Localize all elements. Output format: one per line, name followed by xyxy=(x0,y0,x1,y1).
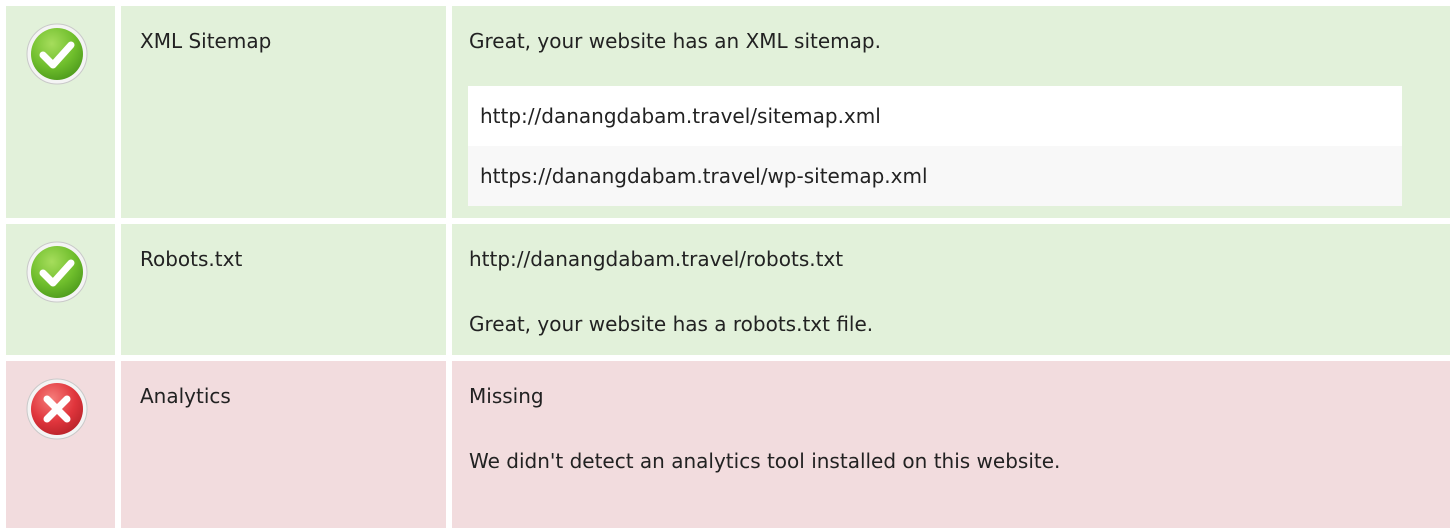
status-cell xyxy=(6,6,115,218)
check-row-xml-sitemap: XML Sitemap Great, your website has an X… xyxy=(6,6,1450,218)
sitemap-url: http://danangdabam.travel/sitemap.xml xyxy=(468,86,1402,146)
check-message: Great, your website has an XML sitemap. xyxy=(469,29,881,53)
check-icon xyxy=(26,241,88,303)
check-name: Analytics xyxy=(140,384,231,408)
seo-checks-table: XML Sitemap Great, your website has an X… xyxy=(0,0,1450,528)
check-detail-cell: Great, your website has an XML sitemap. … xyxy=(452,6,1450,218)
sitemap-url-list: http://danangdabam.travel/sitemap.xml ht… xyxy=(468,86,1402,206)
sitemap-url: https://danangdabam.travel/wp-sitemap.xm… xyxy=(468,146,1402,206)
cross-icon xyxy=(26,378,88,440)
check-name-cell: Robots.txt xyxy=(121,224,446,355)
status-cell xyxy=(6,361,115,528)
check-message: Great, your website has a robots.txt fil… xyxy=(469,312,874,336)
check-status: Missing xyxy=(469,384,544,408)
check-message: We didn't detect an analytics tool insta… xyxy=(469,449,1061,473)
check-name-cell: Analytics xyxy=(121,361,446,528)
check-row-robots-txt: Robots.txt http://danangdabam.travel/rob… xyxy=(6,224,1450,355)
check-detail-cell: Missing We didn't detect an analytics to… xyxy=(452,361,1450,528)
status-cell xyxy=(6,224,115,355)
check-name-cell: XML Sitemap xyxy=(121,6,446,218)
check-name: XML Sitemap xyxy=(140,29,272,53)
check-name: Robots.txt xyxy=(140,247,243,271)
check-detail-cell: http://danangdabam.travel/robots.txt Gre… xyxy=(452,224,1450,355)
check-row-analytics: Analytics Missing We didn't detect an an… xyxy=(6,361,1450,528)
robots-url: http://danangdabam.travel/robots.txt xyxy=(469,247,844,271)
check-icon xyxy=(26,23,88,85)
